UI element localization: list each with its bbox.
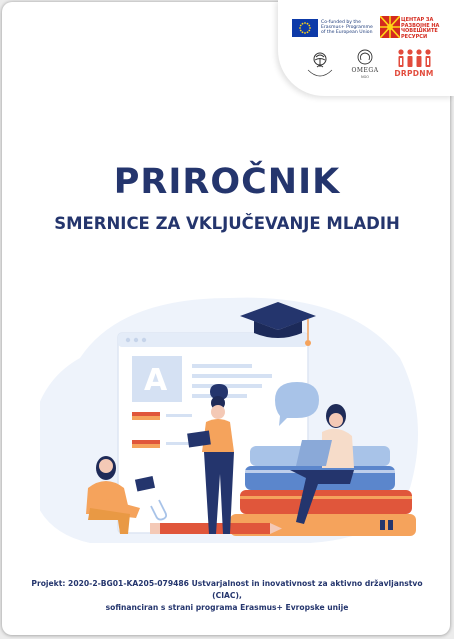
tree-emblem-icon [307,52,333,77]
people-figures-icon [398,49,431,67]
students-reading-illustration: A [40,297,418,543]
illustration-letter-icon: A [144,363,168,398]
drpdnm-logo: DRPDNM [394,48,434,80]
project-footer: Projekt: 2020-2-BG01-KA205-079486 Ustvar… [20,578,434,614]
eu-flag-icon [292,19,318,37]
crr-emblem-icon [379,15,401,39]
omega-logo-subtitle: NGO [360,75,370,79]
eu-logo-text: Co-funded by the Erasmus+ Programme of t… [321,20,373,36]
omega-logo-name: OMEGA [351,67,379,74]
document-title: PRIROČNIK [113,162,341,202]
bk-logo [303,48,337,82]
drpdnm-logo-text: DRPDNM [394,69,434,78]
footer-line-1: Projekt: 2020-2-BG01-KA205-079486 Ustvar… [31,579,423,600]
crr-logo: ЦЕНТАР ЗА РАЗВОЈНЕ НА ЧОВЕШКИТЕ РЕСУРСИ [379,15,446,40]
eu-erasmus-logo: Co-funded by the Erasmus+ Programme of t… [292,19,373,37]
crr-logo-text: ЦЕНТАР ЗА РАЗВОЈНЕ НА ЧОВЕШКИТЕ РЕСУРСИ [401,17,440,40]
footer-line-2: sofinanciran s strani programa Erasmus+ … [105,603,349,612]
omega-logo: OMEGA NGO [348,48,382,84]
document-subtitle: SMERNICE ZA VKLJUČEVANJE MLADIH [54,214,400,233]
omega-emblem-icon [357,49,373,65]
